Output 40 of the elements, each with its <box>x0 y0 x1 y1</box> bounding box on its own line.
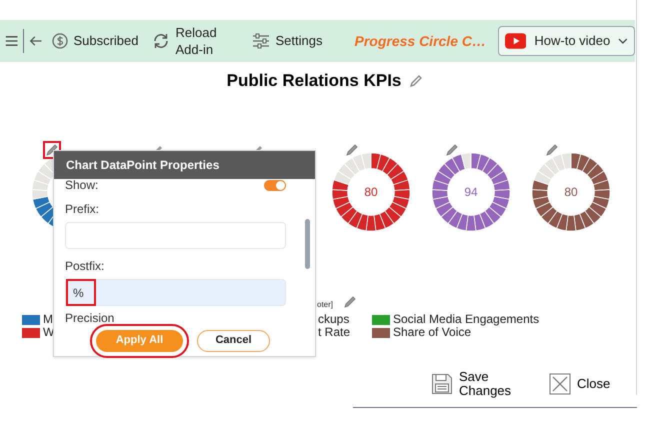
save-changes-button[interactable]: Save Changes <box>431 370 509 398</box>
pencil-icon[interactable] <box>345 143 359 157</box>
legend-label: M <box>43 313 53 326</box>
subscribed-button[interactable]: Subscribed <box>52 31 138 51</box>
pencil-icon[interactable] <box>445 143 459 157</box>
legend-label: Social Media Engagements <box>393 313 540 326</box>
donut-value: 80 <box>364 184 378 201</box>
dashboard-title: Public Relations KPIs <box>226 70 402 92</box>
legend-label: Share of Voice <box>393 326 472 339</box>
pencil-icon[interactable] <box>45 143 59 157</box>
legend-label: ckups <box>318 313 350 326</box>
how-to-video-dropdown[interactable]: How-to video <box>498 26 635 56</box>
field-label: Show: <box>65 179 98 192</box>
reload-button[interactable]: Reload Add-in <box>152 24 222 58</box>
settings-button[interactable]: Settings <box>252 31 322 51</box>
add-in-name: Progress Circle C… <box>354 32 486 51</box>
video-play-icon <box>504 33 526 49</box>
field-label: Postfix: <box>65 259 106 273</box>
toggle-switch[interactable] <box>264 180 286 191</box>
close-icon <box>549 373 571 395</box>
pencil-icon[interactable] <box>409 74 424 88</box>
dollar-icon <box>52 33 68 49</box>
input-field[interactable]: % <box>65 279 286 306</box>
cancel-button[interactable]: Cancel <box>197 330 270 352</box>
input-field[interactable] <box>65 222 286 249</box>
close-button[interactable]: Close <box>549 370 610 398</box>
donut-value: 94 <box>464 184 478 201</box>
settings-icon <box>252 33 270 49</box>
pencil-icon[interactable] <box>343 295 357 309</box>
donut-value: 80 <box>564 184 578 201</box>
dialog-title: Chart DataPoint Properties <box>54 151 315 179</box>
field-label: Precision <box>65 312 116 325</box>
field-label: Prefix: <box>65 202 100 216</box>
menu-icon[interactable] <box>5 34 18 48</box>
legend-label: t Rate <box>318 326 350 339</box>
legend-footer-label: oter] <box>317 299 334 311</box>
pencil-icon[interactable] <box>545 143 559 157</box>
refresh-icon <box>152 32 170 50</box>
chevron-down-icon <box>618 38 628 44</box>
back-arrow-icon[interactable] <box>29 34 42 48</box>
